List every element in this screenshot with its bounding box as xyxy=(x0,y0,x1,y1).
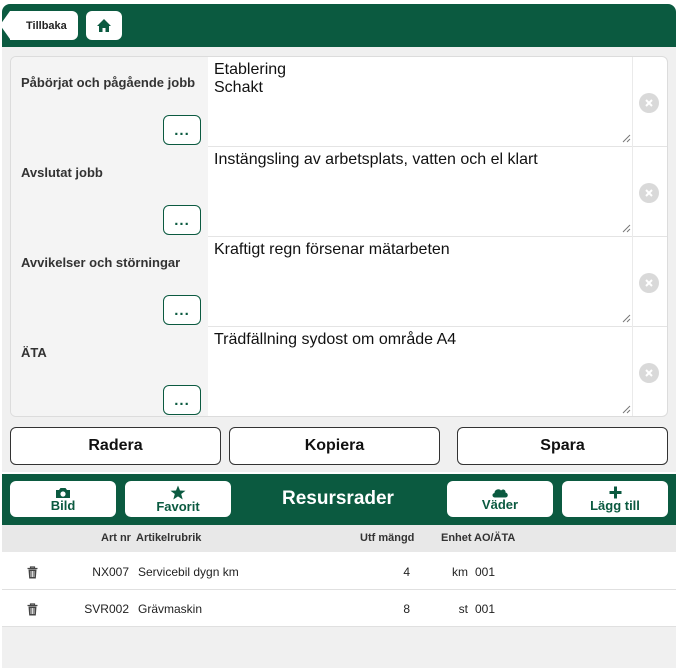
trash-icon[interactable] xyxy=(27,566,38,579)
resources-title: Resursrader xyxy=(282,488,394,509)
trash-icon[interactable] xyxy=(27,603,38,616)
more-button[interactable]: ... xyxy=(163,205,201,235)
more-button[interactable]: ... xyxy=(163,385,201,415)
field-label: Avslutat jobb xyxy=(21,165,103,180)
col-unit: Enhet xyxy=(441,532,472,544)
col-article: Artikelrubrik xyxy=(136,532,202,544)
col-ao: AO/ÄTA xyxy=(474,532,516,544)
table-row[interactable]: SVR002 Grävmaskin 8 st 001 xyxy=(2,590,676,627)
camera-icon xyxy=(56,487,70,498)
copy-button[interactable]: Kopiera xyxy=(229,427,440,465)
delete-button[interactable]: Radera xyxy=(10,427,221,465)
field-textarea[interactable]: Etablering Schakt xyxy=(208,57,633,147)
clear-icon[interactable] xyxy=(639,93,659,113)
clear-icon[interactable] xyxy=(639,183,659,203)
clear-icon[interactable] xyxy=(639,363,659,383)
cell-article: Servicebil dygn km xyxy=(138,565,239,579)
field-label: Påbörjat och pågående jobb xyxy=(21,75,196,90)
cell-art-nr: SVR002 xyxy=(84,602,129,616)
add-label: Lägg till xyxy=(590,498,640,513)
home-icon xyxy=(97,19,111,32)
field-textarea[interactable]: Trädfällning sydost om område A4 xyxy=(208,327,633,416)
field-textarea[interactable]: Instängsling av arbetsplats, vatten och … xyxy=(208,147,633,237)
table-row[interactable]: NX007 Servicebil dygn km 4 km 001 xyxy=(2,553,676,590)
resize-grip-icon[interactable] xyxy=(622,405,631,414)
cell-unit: km xyxy=(452,565,468,579)
cell-art-nr: NX007 xyxy=(92,565,129,579)
journal-fields-panel: Påbörjat och pågående jobb ... Etablerin… xyxy=(10,56,668,417)
favorite-button[interactable]: Favorit xyxy=(125,481,231,517)
cell-unit: st xyxy=(458,602,468,616)
weather-label: Väder xyxy=(481,497,519,512)
weather-button[interactable]: Väder xyxy=(447,481,553,517)
col-art-nr: Art nr xyxy=(101,532,131,544)
save-button[interactable]: Spara xyxy=(457,427,668,465)
field-row-started-jobs: Påbörjat och pågående jobb ... Etablerin… xyxy=(11,57,667,147)
cell-ao: 001 xyxy=(475,602,496,616)
resize-grip-icon[interactable] xyxy=(622,134,631,143)
cell-ao: 001 xyxy=(475,565,496,579)
more-button[interactable]: ... xyxy=(163,115,201,145)
resize-grip-icon[interactable] xyxy=(622,314,631,323)
star-icon xyxy=(170,485,186,500)
cell-qty: 8 xyxy=(403,602,410,616)
home-button[interactable] xyxy=(86,11,122,40)
resource-table-header: Art nr Artikelrubrik Utf mängd Enhet AO/… xyxy=(2,525,676,552)
resources-bar: Bild Favorit Resursrader Väder Lägg till xyxy=(2,474,676,525)
field-textarea[interactable]: Kraftigt regn försenar mätarbeten xyxy=(208,237,633,327)
clear-icon[interactable] xyxy=(639,273,659,293)
more-button[interactable]: ... xyxy=(163,295,201,325)
cell-qty: 4 xyxy=(403,565,410,579)
field-row-ata: ÄTA ... Trädfällning sydost om område A4 xyxy=(11,327,667,416)
field-label: Avvikelser och störningar xyxy=(21,255,181,270)
top-bar: Tillbaka xyxy=(0,4,676,47)
favorite-label: Favorit xyxy=(156,499,200,514)
cell-article: Grävmaskin xyxy=(138,602,203,616)
back-button[interactable]: Tillbaka xyxy=(0,11,78,40)
field-row-deviations: Avvikelser och störningar ... Kraftigt r… xyxy=(11,237,667,327)
col-qty: Utf mängd xyxy=(360,532,415,544)
photo-label: Bild xyxy=(50,497,76,513)
list-empty-area xyxy=(2,627,676,668)
resize-grip-icon[interactable] xyxy=(622,224,631,233)
photo-button[interactable]: Bild xyxy=(10,481,116,517)
field-label: ÄTA xyxy=(21,345,47,360)
add-button[interactable]: Lägg till xyxy=(562,481,668,517)
field-row-finished-jobs: Avslutat jobb ... Instängsling av arbets… xyxy=(11,147,667,237)
